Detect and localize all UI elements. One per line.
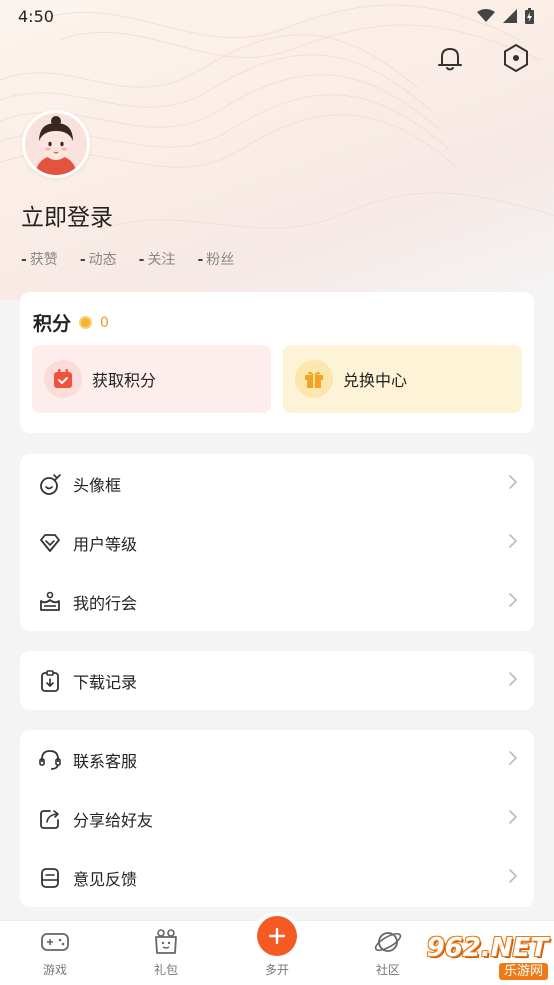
watermark-logo: 962.NET 乐游网	[418, 930, 554, 985]
feedback-icon	[38, 866, 62, 890]
guild-icon	[38, 590, 62, 614]
stat-likes-label: 获赞	[29, 252, 58, 268]
avatar-illustration	[25, 113, 87, 175]
stat-followers-value: -	[197, 252, 204, 268]
tab-gift-packs[interactable]: 礼包	[121, 921, 211, 985]
profile-stats: - 获赞 - 动态 - 关注 - 粉丝	[21, 249, 234, 269]
battery-icon	[525, 8, 534, 24]
stat-following[interactable]: - 关注	[139, 249, 176, 269]
stat-following-label: 关注	[147, 252, 176, 268]
share-icon	[38, 807, 62, 831]
exchange-center-label: 兑换中心	[343, 371, 408, 390]
menu-group-profile: 头像框 用户等级 我的行会	[20, 454, 534, 631]
points-title: 积分	[33, 313, 72, 335]
points-card: 积分 0 获取积分 兑换中心	[20, 292, 534, 433]
stat-posts-label: 动态	[88, 252, 117, 268]
calendar-icon	[44, 360, 82, 398]
status-bar: 4:50	[0, 0, 554, 32]
wifi-icon	[477, 9, 495, 22]
header-actions	[432, 40, 534, 76]
menu-feedback-label: 意见反馈	[73, 869, 138, 889]
settings-button[interactable]	[498, 40, 534, 76]
stat-followers[interactable]: - 粉丝	[197, 249, 234, 269]
notification-button[interactable]	[432, 40, 468, 76]
chevron-right-icon	[509, 475, 518, 489]
chevron-right-icon	[509, 534, 518, 548]
chevron-right-icon	[509, 593, 518, 607]
menu-feedback[interactable]: 意见反馈	[20, 848, 534, 907]
menu-group-support: 联系客服 分享给好友 意见反馈	[20, 730, 534, 907]
tab-community-label: 社区	[375, 963, 400, 977]
menu-contact-support-label: 联系客服	[73, 751, 138, 771]
planet-icon	[373, 927, 403, 957]
menu-share-friends-label: 分享给好友	[73, 810, 154, 830]
menu-download-records[interactable]: 下载记录	[20, 651, 534, 710]
watermark-text: 962.NET	[426, 933, 548, 963]
bell-icon	[438, 48, 462, 71]
menu-my-guild-label: 我的行会	[73, 593, 138, 613]
menu-user-level[interactable]: 用户等级	[20, 513, 534, 572]
watermark-subtext: 乐游网	[498, 963, 548, 980]
stat-posts[interactable]: - 动态	[80, 249, 117, 269]
stat-followers-label: 粉丝	[206, 252, 235, 268]
chevron-right-icon	[509, 751, 518, 765]
diamond-icon	[38, 531, 62, 555]
signal-icon	[503, 9, 517, 23]
points-header: 积分 0	[33, 309, 109, 336]
earn-points-button[interactable]: 获取积分	[32, 345, 271, 413]
chevron-right-icon	[509, 810, 518, 824]
tab-games[interactable]: 游戏	[10, 921, 100, 985]
avatar[interactable]	[22, 110, 90, 178]
stat-following-value: -	[138, 252, 145, 268]
stat-likes[interactable]: - 获赞	[21, 249, 58, 269]
status-time: 4:50	[18, 6, 54, 26]
menu-avatar-frame-label: 头像框	[73, 475, 122, 495]
menu-my-guild[interactable]: 我的行会	[20, 572, 534, 631]
chevron-right-icon	[509, 869, 518, 883]
headset-icon	[38, 748, 62, 772]
multi-open-fab[interactable]	[257, 916, 297, 956]
stat-posts-value: -	[79, 252, 86, 268]
gift-icon	[295, 360, 333, 398]
settings-hexagon-icon	[504, 44, 528, 72]
gift-bag-icon	[151, 927, 181, 957]
stat-likes-value: -	[21, 252, 27, 268]
tab-multi-open-label: 多开	[264, 963, 289, 977]
download-icon	[38, 669, 62, 693]
chevron-right-icon	[509, 672, 518, 686]
avatar-frame-icon	[38, 472, 62, 496]
status-icons	[477, 8, 534, 24]
menu-user-level-label: 用户等级	[73, 534, 138, 554]
login-link[interactable]: 立即登录	[21, 198, 113, 232]
menu-avatar-frame[interactable]: 头像框	[20, 454, 534, 513]
plus-icon	[268, 927, 286, 945]
earn-points-label: 获取积分	[92, 371, 157, 390]
menu-share-friends[interactable]: 分享给好友	[20, 789, 534, 848]
tab-games-label: 游戏	[42, 963, 67, 977]
menu-download-records-label: 下载记录	[73, 672, 138, 692]
menu-contact-support[interactable]: 联系客服	[20, 730, 534, 789]
tab-gift-packs-label: 礼包	[153, 963, 178, 977]
menu-group-download: 下载记录	[20, 651, 534, 710]
gamepad-icon	[40, 927, 70, 957]
coin-icon	[79, 316, 93, 329]
points-value: 0	[100, 314, 109, 331]
exchange-center-button[interactable]: 兑换中心	[283, 345, 522, 413]
